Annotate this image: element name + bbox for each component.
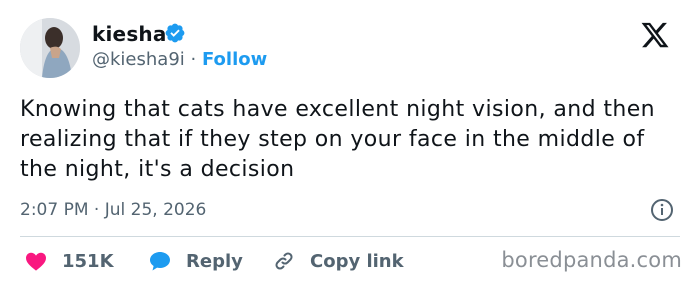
timestamp[interactable]: 2:07 PM · Jul 25, 2026 <box>20 200 206 220</box>
separator: · <box>190 49 197 70</box>
display-name[interactable]: kiesha <box>92 22 167 46</box>
reply-button[interactable]: Reply <box>148 248 243 274</box>
handle-row: @kiesha9i · Follow <box>92 49 267 70</box>
verified-badge-icon <box>165 23 185 43</box>
heart-icon <box>26 252 46 271</box>
copy-link-button[interactable]: Copy link <box>272 248 404 274</box>
avatar-image <box>20 18 80 78</box>
divider <box>20 236 680 237</box>
avatar[interactable] <box>20 18 80 78</box>
copy-link-label: Copy link <box>310 250 404 272</box>
tweet-text: Knowing that cats have excellent night v… <box>20 97 655 182</box>
reply-label: Reply <box>186 250 243 272</box>
like-button[interactable]: 151K <box>24 248 114 274</box>
handle[interactable]: @kiesha9i <box>92 49 185 70</box>
watermark: boredpanda.com <box>501 248 682 272</box>
follow-button[interactable]: Follow <box>202 49 267 70</box>
x-logo-icon[interactable] <box>640 20 670 50</box>
like-count: 151K <box>62 250 114 272</box>
link-icon <box>275 252 293 270</box>
speech-bubble-icon <box>150 252 170 271</box>
info-icon[interactable] <box>650 198 674 222</box>
